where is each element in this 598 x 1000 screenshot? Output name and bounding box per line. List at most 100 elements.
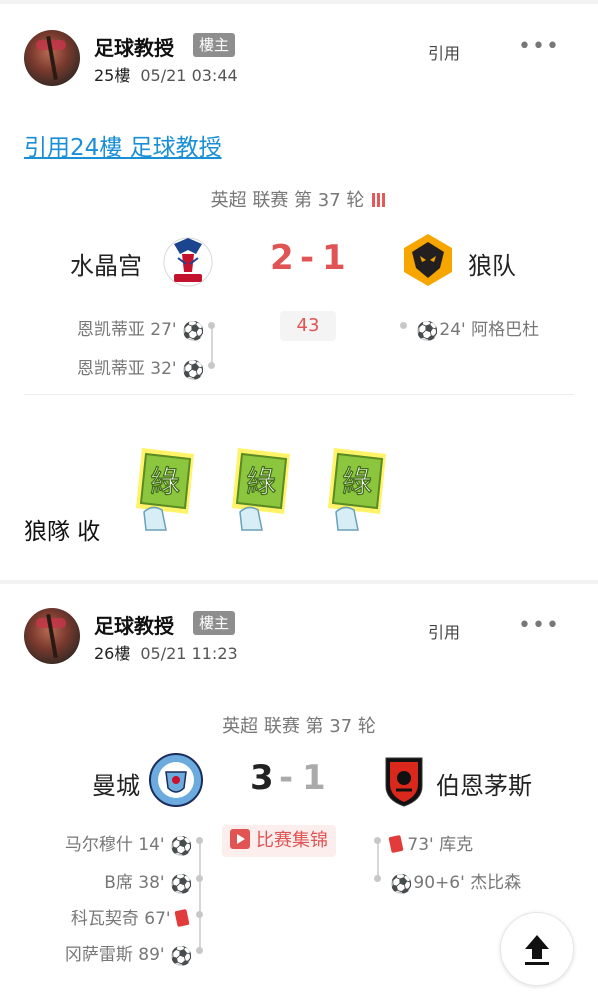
post-body-text: 狼隊 收 — [24, 519, 101, 545]
player-name: 马尔穆什 — [64, 835, 133, 855]
football-icon: ⚽ — [170, 946, 193, 967]
post-time: 05/21 03:44 — [140, 66, 238, 85]
football-icon: ⚽ — [182, 321, 205, 342]
score-dash: - — [300, 238, 315, 278]
event-minute: 90+6' — [413, 873, 465, 893]
op-badge: 樓主 — [193, 611, 236, 635]
scroll-to-top-button[interactable] — [500, 912, 574, 986]
away-score: 1 — [322, 238, 346, 278]
player-name: 库克 — [439, 835, 474, 855]
scorer-name: 恩凯蒂亚 — [76, 359, 145, 379]
svg-text:綠: 綠 — [342, 465, 372, 500]
goal-minute: 24' — [439, 320, 466, 340]
away-match-event: 73' 库克 — [388, 830, 474, 855]
home-score: 2 — [270, 238, 294, 278]
home-team-name: 水晶宫 — [70, 252, 142, 280]
green-card-sticker-icon: 綠 — [328, 448, 386, 531]
author-avatar[interactable] — [24, 30, 80, 86]
event-minute: 73' — [407, 835, 434, 855]
more-options-icon[interactable]: ••• — [518, 613, 560, 638]
football-icon: ⚽ — [416, 321, 439, 342]
player-name: 冈萨雷斯 — [64, 945, 133, 965]
scorer-name: 恩凯蒂亚 — [76, 320, 145, 340]
player-name: B席 — [104, 873, 133, 893]
match-card-divider — [24, 394, 574, 395]
quote-button[interactable]: 引用 — [428, 619, 460, 643]
event-minute: 38' — [138, 873, 165, 893]
timeline-dot — [374, 837, 381, 844]
football-icon: ⚽ — [170, 836, 193, 857]
timeline-dot — [196, 911, 203, 918]
bournemouth-crest-icon — [385, 757, 423, 807]
away-goal-event: ⚽ 24' 阿格巴杜 — [416, 315, 539, 341]
author-avatar[interactable] — [24, 608, 80, 664]
wolves-crest-icon — [404, 234, 452, 286]
home-match-event: 马尔穆什 14' ⚽ — [64, 830, 193, 857]
timeline-dot — [374, 875, 381, 882]
match-highlights-button[interactable]: 比赛集锦 — [222, 825, 336, 857]
op-badge: 樓主 — [193, 33, 236, 57]
green-card-sticker-icon: 綠 — [232, 448, 290, 531]
timeline-line — [211, 325, 213, 365]
away-team-name: 伯恩茅斯 — [436, 772, 532, 800]
post-meta: 26樓 05/21 11:23 — [94, 640, 238, 664]
highlights-label: 比赛集锦 — [256, 830, 328, 851]
top-divider — [0, 0, 598, 4]
live-stats-icon — [372, 191, 387, 212]
red-card-icon — [388, 834, 404, 854]
author-name[interactable]: 足球教授 — [94, 610, 174, 639]
manchester-city-crest-icon — [149, 753, 203, 807]
event-minute: 89' — [138, 945, 165, 965]
more-options-icon[interactable]: ••• — [518, 34, 560, 59]
svg-text:綠: 綠 — [150, 465, 180, 500]
crystal-palace-crest-icon — [163, 237, 213, 287]
league-round: 英超 联赛 第 37 轮 — [222, 716, 376, 737]
home-team-name: 曼城 — [92, 772, 140, 800]
video-play-icon — [230, 829, 250, 849]
timeline-dot — [196, 947, 203, 954]
player-name: 杰比森 — [470, 873, 522, 893]
goal-minute: 32' — [150, 359, 177, 379]
football-icon: ⚽ — [170, 874, 193, 895]
home-goal-event: 恩凯蒂亚 27' ⚽ — [76, 315, 205, 342]
home-score: 3 — [250, 758, 274, 798]
timeline-dot — [208, 322, 215, 329]
timeline-dot — [208, 362, 215, 369]
event-minute: 14' — [138, 835, 165, 855]
timeline-line — [199, 840, 201, 950]
goal-minute: 27' — [150, 320, 177, 340]
score-dash: - — [279, 758, 294, 798]
post-divider — [0, 580, 598, 584]
timeline-dot — [196, 875, 203, 882]
away-match-event: ⚽ 90+6' 杰比森 — [390, 868, 521, 894]
red-card-icon — [174, 908, 190, 928]
match-league: 英超 联赛 第 37 轮 — [0, 712, 598, 738]
post-meta: 25樓 05/21 03:44 — [94, 62, 238, 86]
timeline-dot — [400, 322, 407, 329]
football-icon: ⚽ — [390, 874, 413, 895]
football-icon: ⚽ — [182, 360, 205, 381]
home-match-event: 科瓦契奇 67' — [70, 904, 190, 929]
away-team-name: 狼队 — [468, 252, 516, 280]
timeline-dot — [196, 837, 203, 844]
floor-number: 25樓 — [94, 66, 131, 85]
post-time: 05/21 11:23 — [140, 644, 238, 663]
player-name: 科瓦契奇 — [70, 909, 139, 929]
quoted-post-link[interactable]: 引用24樓 足球教授 — [24, 128, 222, 162]
author-name[interactable]: 足球教授 — [94, 32, 174, 61]
scorer-name: 阿格巴杜 — [471, 320, 540, 340]
timeline-line — [377, 840, 379, 876]
home-goal-event: 恩凯蒂亚 32' ⚽ — [76, 354, 205, 381]
match-league: 英超 联赛 第 37 轮 — [0, 186, 598, 212]
away-score: 1 — [302, 758, 326, 798]
green-card-sticker-icon: 綠 — [136, 448, 194, 531]
svg-text:綠: 綠 — [246, 465, 276, 500]
arrow-up-to-top-icon — [525, 935, 549, 965]
quote-button[interactable]: 引用 — [428, 40, 460, 64]
home-match-event: B席 38' ⚽ — [104, 868, 193, 895]
floor-number: 26樓 — [94, 644, 131, 663]
home-match-event: 冈萨雷斯 89' ⚽ — [64, 940, 193, 967]
event-minute: 67' — [144, 909, 171, 929]
match-minute: 43 — [280, 311, 336, 341]
league-round: 英超 联赛 第 37 轮 — [210, 190, 365, 211]
